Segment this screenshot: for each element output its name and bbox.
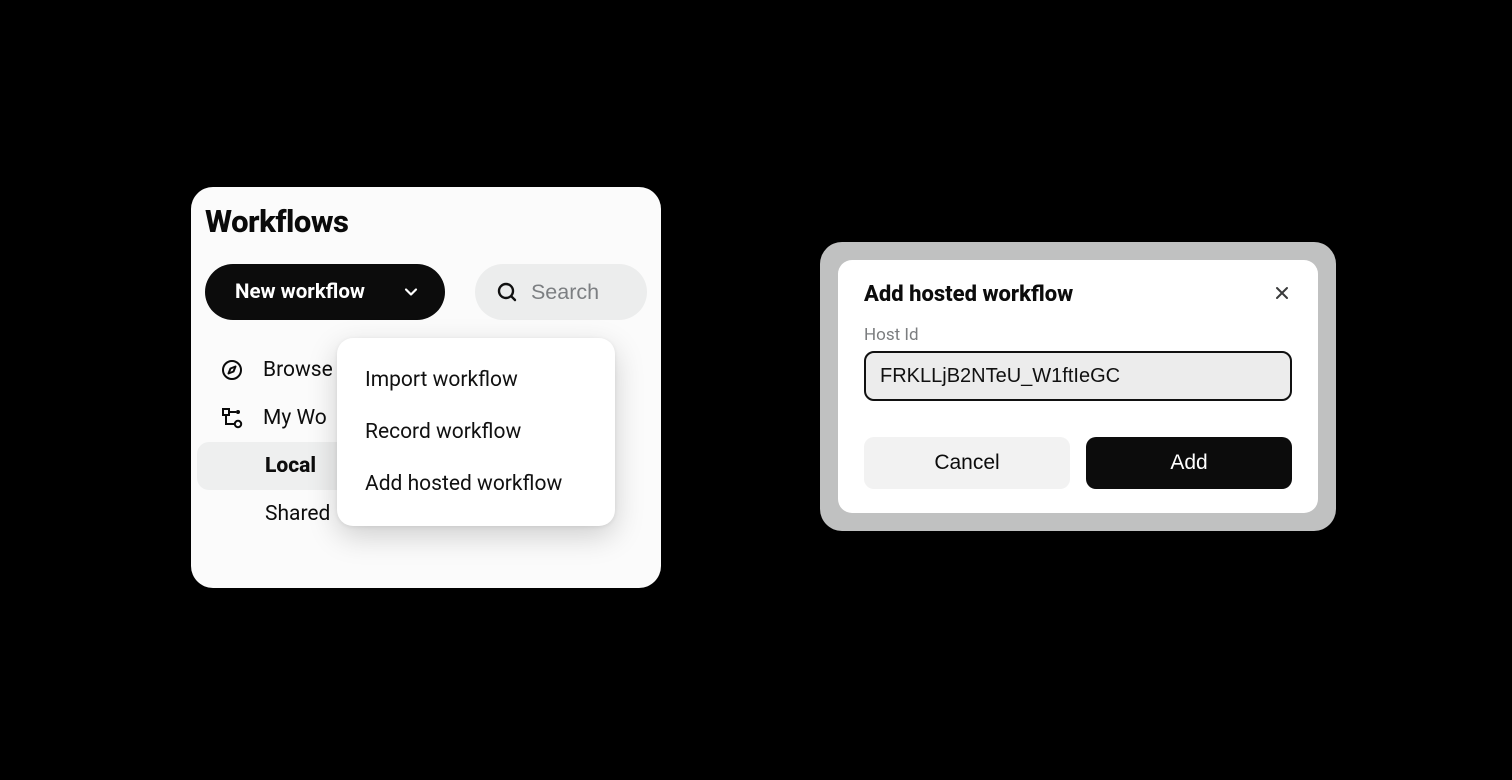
sidebar-item-label: Local <box>265 454 316 478</box>
host-id-input[interactable] <box>864 351 1292 401</box>
new-workflow-label: New workflow <box>235 280 365 304</box>
new-workflow-dropdown: Import workflow Record workflow Add host… <box>337 338 615 526</box>
cancel-button[interactable]: Cancel <box>864 437 1070 489</box>
dialog-backdrop: Add hosted workflow Host Id Cancel Add <box>820 242 1336 531</box>
search-icon <box>495 280 519 304</box>
page-title: Workflows <box>191 187 661 250</box>
dialog-actions: Cancel Add <box>864 437 1292 489</box>
close-icon <box>1272 283 1292 307</box>
sidebar-item-label: Shared <box>265 502 330 526</box>
dropdown-item-import[interactable]: Import workflow <box>337 354 615 406</box>
toolbar: New workflow <box>191 250 661 320</box>
dialog-header: Add hosted workflow <box>864 282 1292 307</box>
close-button[interactable] <box>1272 283 1292 307</box>
sidebar-item-label: Browse <box>263 358 333 382</box>
sidebar-item-label: My Wo <box>263 406 327 430</box>
add-button[interactable]: Add <box>1086 437 1292 489</box>
chevron-down-icon <box>401 282 421 302</box>
dropdown-item-add-hosted[interactable]: Add hosted workflow <box>337 458 615 510</box>
dropdown-item-record[interactable]: Record workflow <box>337 406 615 458</box>
compass-icon <box>219 358 245 382</box>
host-id-label: Host Id <box>864 325 1292 345</box>
dialog-title: Add hosted workflow <box>864 282 1073 307</box>
workflow-icon <box>219 406 245 430</box>
search-input[interactable] <box>531 280 627 305</box>
new-workflow-button[interactable]: New workflow <box>205 264 445 320</box>
search-field[interactable] <box>475 264 647 320</box>
add-hosted-workflow-dialog: Add hosted workflow Host Id Cancel Add <box>838 260 1318 513</box>
